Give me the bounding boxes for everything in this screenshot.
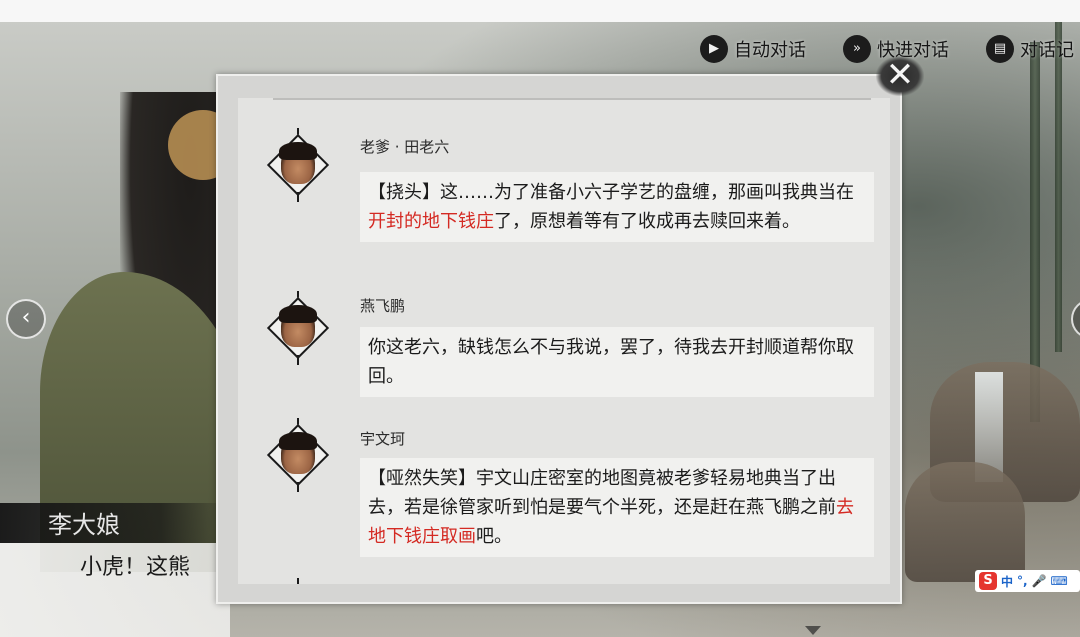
- speaker-name: 宇文珂: [360, 430, 406, 448]
- bamboo-stalk: [1055, 22, 1062, 352]
- auto-dialog-button[interactable]: ▶ 自动对话: [700, 33, 806, 65]
- speaker-name: 李大娘: [48, 511, 120, 539]
- dialog-log-button[interactable]: ▤ 对话记: [986, 33, 1074, 65]
- message-text: 【哑然失笑】宇文山庄密室的地图竟被老爹轻易地典当了出去，若是徐管家听到怕是要气个…: [368, 468, 836, 518]
- avatar: [265, 291, 331, 365]
- message-text: 【挠头】这……为了准备小六子学艺的盘缠，那画叫我典当在: [368, 182, 854, 203]
- divider: [273, 98, 871, 100]
- speaker-name: 老爹 · 田老六: [360, 138, 450, 156]
- auto-dialog-label: 自动对话: [734, 40, 806, 61]
- rock: [905, 462, 1025, 582]
- message-text: 吧。: [476, 526, 512, 547]
- fast-forward-icon: »: [843, 35, 871, 63]
- dialog-log-label: 对话记: [1020, 40, 1074, 61]
- dialog-text: 小虎！这熊: [80, 555, 191, 580]
- keyboard-icon[interactable]: ⌨: [1051, 574, 1068, 588]
- highlighted-text: 开封的地下钱庄: [368, 211, 494, 232]
- dialog-log-panel: 老爹 · 田老六 【挠头】这……为了准备小六子学艺的盘缠，那画叫我典当在开封的地…: [216, 74, 902, 604]
- close-icon[interactable]: ✕: [876, 56, 924, 96]
- log-message: 你这老六，缺钱怎么不与我说，罢了，待我去开封顺道帮你取回。: [360, 327, 874, 397]
- play-icon: ▶: [700, 35, 728, 63]
- avatar: [265, 128, 331, 202]
- ime-toolbar[interactable]: S 中 °, 🎤 ⌨: [975, 570, 1080, 592]
- speaker-name: 燕飞鹏: [360, 297, 406, 315]
- log-message: 【挠头】这……为了准备小六子学艺的盘缠，那画叫我典当在开封的地下钱庄了，原想着等…: [360, 172, 874, 242]
- ime-language-toggle[interactable]: 中: [1001, 573, 1013, 590]
- dialog-log-list[interactable]: 老爹 · 田老六 【挠头】这……为了准备小六子学艺的盘缠，那画叫我典当在开封的地…: [238, 98, 890, 584]
- browser-top-strip: [0, 0, 1080, 22]
- avatar: [265, 418, 331, 492]
- sogou-logo-icon[interactable]: S: [979, 572, 997, 590]
- log-message: 【哑然失笑】宇文山庄密室的地图竟被老爹轻易地典当了出去，若是徐管家听到怕是要气个…: [360, 458, 874, 557]
- mic-icon[interactable]: 🎤: [1032, 574, 1047, 588]
- continue-arrow-icon[interactable]: [805, 626, 821, 637]
- ime-punct-toggle[interactable]: °,: [1017, 574, 1028, 588]
- divider: [297, 578, 299, 584]
- message-text: 了，原想着等有了收成再去赎回来着。: [494, 211, 800, 232]
- prev-arrow-icon[interactable]: ‹: [6, 299, 46, 339]
- book-icon: ▤: [986, 35, 1014, 63]
- message-text: 你这老六，缺钱怎么不与我说，罢了，待我去开封顺道帮你取回。: [368, 337, 854, 387]
